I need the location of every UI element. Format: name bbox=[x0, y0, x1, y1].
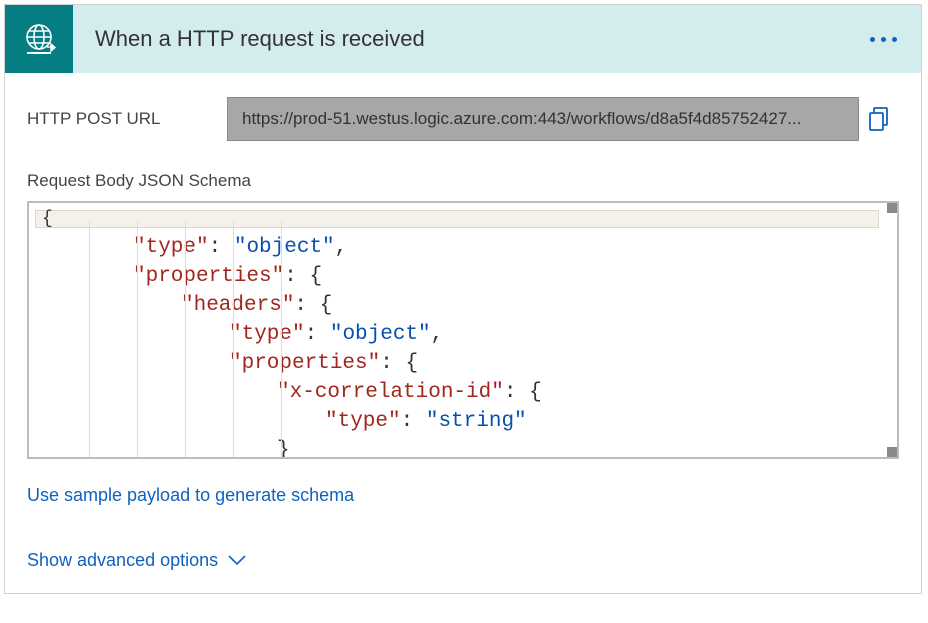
http-request-icon bbox=[19, 19, 59, 59]
advanced-options-label: Show advanced options bbox=[27, 550, 218, 571]
card-title: When a HTTP request is received bbox=[95, 26, 425, 52]
http-post-url-field[interactable]: https://prod-51.westus.logic.azure.com:4… bbox=[227, 97, 859, 141]
http-post-url-row: HTTP POST URL https://prod-51.westus.log… bbox=[27, 97, 899, 141]
copy-icon bbox=[868, 107, 890, 131]
http-trigger-card: When a HTTP request is received HTTP POS… bbox=[4, 4, 922, 594]
more-options-button[interactable] bbox=[870, 5, 897, 73]
copy-url-button[interactable] bbox=[859, 107, 899, 131]
schema-code[interactable]: { "type": "object","properties": {"heade… bbox=[35, 204, 879, 459]
schema-label: Request Body JSON Schema bbox=[27, 171, 899, 191]
card-body: HTTP POST URL https://prod-51.westus.log… bbox=[5, 73, 921, 593]
use-sample-payload-link[interactable]: Use sample payload to generate schema bbox=[27, 485, 354, 505]
http-post-url-label: HTTP POST URL bbox=[27, 109, 227, 129]
schema-scrollbar[interactable] bbox=[887, 203, 897, 457]
connector-icon-tile bbox=[5, 5, 73, 73]
card-header[interactable]: When a HTTP request is received bbox=[5, 5, 921, 73]
show-advanced-options[interactable]: Show advanced options bbox=[27, 550, 899, 571]
chevron-down-icon bbox=[228, 555, 246, 567]
schema-editor[interactable]: { "type": "object","properties": {"heade… bbox=[27, 201, 899, 459]
